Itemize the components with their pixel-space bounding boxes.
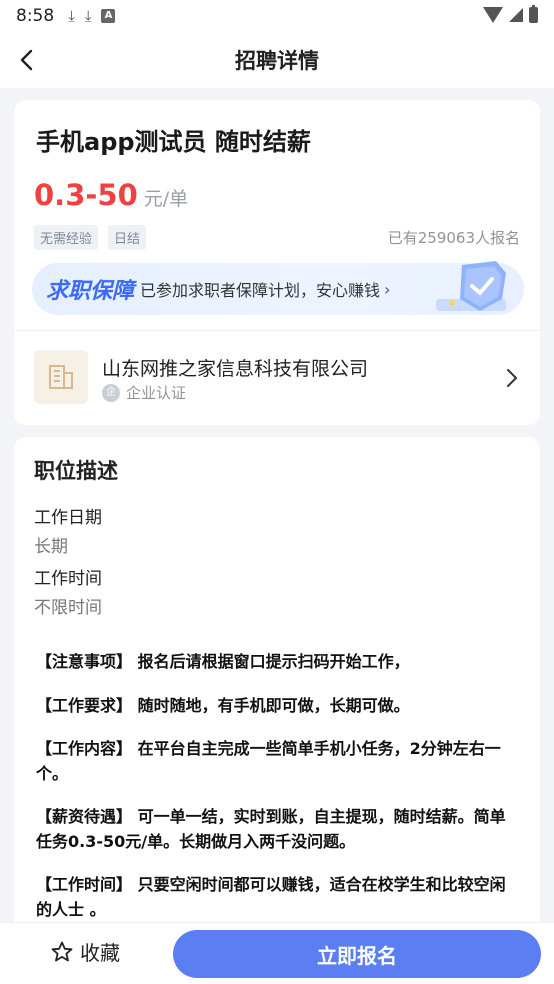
back-arrow-icon[interactable] <box>14 46 42 74</box>
shield-icon <box>436 261 506 311</box>
chevron-right-icon: › <box>384 279 391 299</box>
applicant-count: 已有259063人报名 <box>387 229 520 247</box>
salary-row: 0.3-50 元/单 <box>34 178 188 212</box>
chevron-right-icon <box>507 369 517 387</box>
verification-text: 企业认证 <box>126 384 187 402</box>
work-time-label: 工作时间 <box>34 569 102 589</box>
tag-daily-pay: 日结 <box>108 225 147 250</box>
work-time-value: 不限时间 <box>34 598 102 618</box>
job-description-card: 职位描述 工作日期 长期 工作时间 不限时间 【注意事项】 报名后请根据窗口提示… <box>14 437 540 984</box>
download-icon: ⤓ <box>68 7 75 25</box>
favorite-label: 收藏 <box>80 941 120 965</box>
guarantee-banner[interactable]: 求职保障 已参加求职者保障计划，安心赚钱 › <box>32 261 524 315</box>
salary-unit: 元/单 <box>143 188 189 210</box>
bottom-action-bar: 收藏 立即报名 <box>0 922 554 984</box>
job-title: 手机app测试员 随时结薪 <box>36 128 311 156</box>
work-date-label: 工作日期 <box>34 508 102 528</box>
status-bar: 8:58 ⤓ ⤓ A <box>0 0 554 32</box>
wifi-icon <box>483 7 503 23</box>
company-logo <box>34 350 88 404</box>
salary-paragraph: 【薪资待遇】 可一单一结，实时到账，自主提现，随时结薪。简单任务0.3-50元/… <box>36 807 506 851</box>
guarantee-title: 求职保障 <box>46 279 135 304</box>
requirement-paragraph: 【工作要求】 随时随地，有手机即可做，长期可做。 <box>36 696 410 715</box>
guarantee-text: 已参加求职者保障计划，安心赚钱 <box>140 281 381 300</box>
download-icon-2: ⤓ <box>84 7 92 25</box>
nav-bar: 招聘详情 <box>0 32 554 88</box>
content-paragraph: 【工作内容】 在平台自主完成一些简单手机小任务，2分钟左右一个。 <box>36 739 501 783</box>
notice-paragraph: 【注意事项】 报名后请根据窗口提示扫码开始工作， <box>36 652 410 671</box>
time-paragraph: 【工作时间】 只要空闲时间都可以赚钱，适合在校学生和比较空闲的人士 。 <box>36 875 506 919</box>
favorite-button[interactable]: 收藏 <box>50 937 120 966</box>
divider <box>14 330 540 331</box>
company-name: 山东网推之家信息科技有限公司 <box>102 358 369 380</box>
apply-button[interactable]: 立即报名 <box>173 930 541 978</box>
company-row[interactable]: 山东网推之家信息科技有限公司 企 企业认证 <box>14 340 540 420</box>
battery-icon <box>529 5 538 23</box>
salary-range: 0.3-50 <box>34 178 138 212</box>
verified-icon: 企 <box>102 383 120 402</box>
description-heading: 职位描述 <box>34 459 118 483</box>
star-icon <box>51 941 73 961</box>
tag-no-experience: 无需经验 <box>34 225 99 250</box>
job-card: 手机app测试员 随时结薪 0.3-50 元/单 无需经验 日结 已有25906… <box>14 100 540 425</box>
keyboard-icon: A <box>101 9 116 23</box>
page-title: 招聘详情 <box>235 49 319 73</box>
signal-icon <box>509 8 523 22</box>
building-icon <box>49 365 73 389</box>
work-date-value: 长期 <box>34 537 68 557</box>
company-verification: 企 企业认证 <box>102 382 186 403</box>
status-time: 8:58 <box>16 6 55 26</box>
job-tags: 无需经验 日结 <box>34 225 156 250</box>
